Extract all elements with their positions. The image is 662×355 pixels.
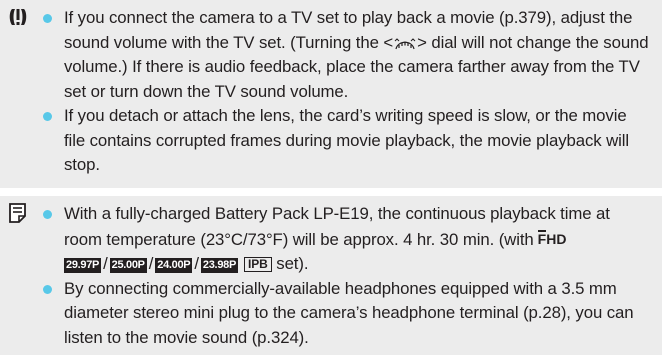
note-item-headphones: By connecting commercially-available hea… bbox=[36, 277, 652, 351]
note-list: With a fully-charged Battery Pack LP-E19… bbox=[36, 202, 652, 350]
frame-rate-badge-2500: 25.00P bbox=[109, 258, 147, 273]
caution-icon bbox=[9, 9, 27, 25]
frame-rate-badge-2400: 24.00P bbox=[155, 258, 193, 273]
note-box: With a fully-charged Battery Pack LP-E19… bbox=[0, 196, 662, 355]
caution-box: If you connect the camera to a TV set to… bbox=[0, 0, 662, 188]
caution-item-playback-stop: If you detach or attach the lens, the ca… bbox=[36, 104, 652, 178]
memo-icon bbox=[9, 203, 26, 223]
fhd-icon: FHD bbox=[537, 229, 567, 247]
note-item-battery-playback: With a fully-charged Battery Pack LP-E19… bbox=[36, 202, 652, 277]
ipb-badge: IPB bbox=[244, 257, 272, 272]
caution-list: If you connect the camera to a TV set to… bbox=[36, 6, 652, 178]
main-dial-icon bbox=[394, 37, 416, 49]
frame-rate-badge-2997: 29.97P bbox=[64, 258, 102, 273]
caution-item-tv-volume: If you connect the camera to a TV set to… bbox=[36, 6, 652, 104]
frame-rate-badge-2398: 23.98P bbox=[200, 258, 238, 273]
rate-separator: / bbox=[103, 254, 108, 273]
rate-separator: / bbox=[194, 254, 199, 273]
rate-separator: / bbox=[148, 254, 154, 273]
